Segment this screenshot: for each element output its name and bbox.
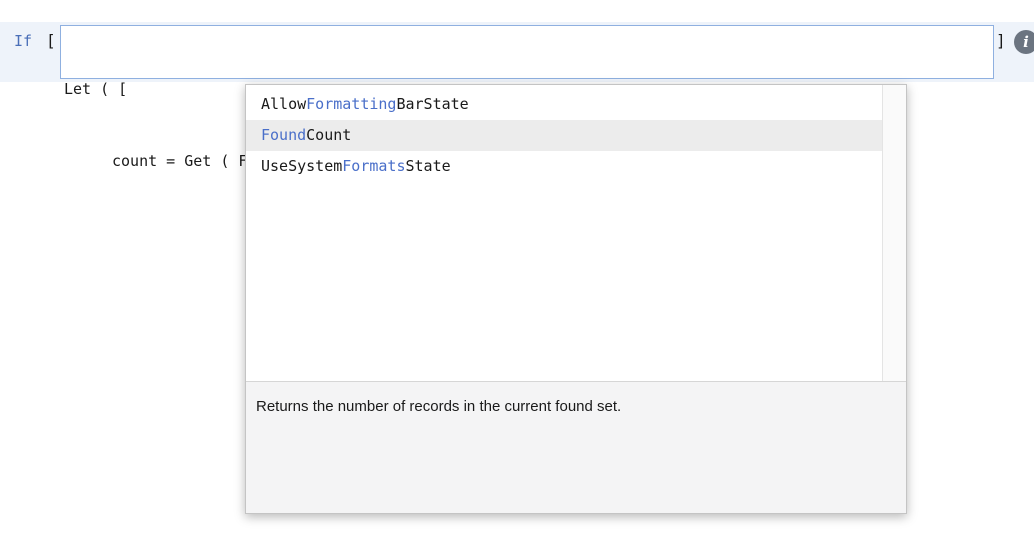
suggestion-segment: Count bbox=[306, 126, 352, 144]
suggestion-match-segment: Formats bbox=[342, 157, 406, 175]
open-bracket: [ bbox=[46, 31, 56, 50]
calculation-field[interactable]: Let ( [ count = Get ( Fo bbox=[60, 25, 994, 170]
info-glyph: i bbox=[1023, 33, 1029, 51]
suggestion-match-segment: Formatting bbox=[306, 95, 397, 113]
suggestion-match-segment: Found bbox=[261, 126, 307, 144]
suggestion-segment: State bbox=[405, 157, 451, 175]
suggestion-list: AllowFormattingBarState FoundCount UseSy… bbox=[246, 85, 882, 381]
scrollbar-track[interactable] bbox=[882, 85, 906, 381]
suggestion-segment: BarState bbox=[396, 95, 469, 113]
if-keyword: If bbox=[14, 32, 33, 50]
function-description: Returns the number of records in the cur… bbox=[256, 398, 622, 415]
script-step-row[interactable]: If [ Let ( [ count = Get ( Fo ] i bbox=[0, 22, 1034, 170]
suggestion-item[interactable]: UseSystemFormatsState bbox=[246, 151, 882, 182]
suggestion-segment: UseSystem bbox=[261, 157, 343, 175]
autocomplete-popup: AllowFormattingBarState FoundCount UseSy… bbox=[245, 84, 907, 514]
description-pane: Returns the number of records in the cur… bbox=[246, 381, 906, 513]
info-icon[interactable]: i bbox=[1014, 30, 1034, 54]
code-line-2-text: count = Get ( Fo bbox=[112, 152, 257, 170]
suggestion-segment: Allow bbox=[261, 95, 307, 113]
close-bracket: ] bbox=[996, 31, 1006, 50]
suggestion-item-selected[interactable]: FoundCount bbox=[246, 120, 882, 151]
suggestion-item[interactable]: AllowFormattingBarState bbox=[246, 89, 882, 120]
